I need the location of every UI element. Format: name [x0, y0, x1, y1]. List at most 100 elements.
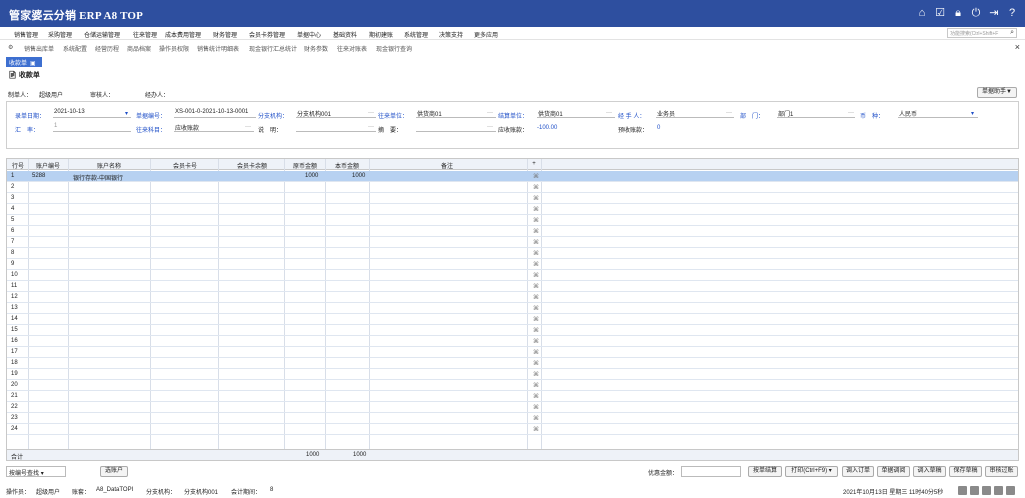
quick-cash-query[interactable]: 现金银行查询 — [376, 44, 412, 53]
col-account-name[interactable]: 账户名称 — [69, 161, 149, 170]
row-settings-icon[interactable]: ⌘ — [533, 195, 539, 202]
row-settings-icon[interactable]: ⌘ — [533, 206, 539, 213]
row-settings-icon[interactable]: ⌘ — [533, 272, 539, 279]
tab-receipt[interactable]: 收款单 ▣ — [6, 57, 42, 67]
quick-reconcile[interactable]: 往来对账表 — [337, 44, 367, 53]
power-icon[interactable]: ⏻ — [969, 6, 983, 20]
unit-field[interactable]: 供货商01 — [416, 109, 496, 118]
settle-ellipsis[interactable]: ··· — [606, 110, 612, 116]
row-settings-icon[interactable]: ⌘ — [533, 349, 539, 356]
row-settings-icon[interactable]: ⌘ — [533, 316, 539, 323]
summary-ellipsis[interactable]: ··· — [487, 124, 493, 130]
menu-purchase[interactable]: 采购管理 — [48, 30, 72, 39]
close-icon[interactable]: × — [1015, 42, 1020, 52]
search-icon[interactable]: ⌕ — [1010, 29, 1014, 37]
agent-ellipsis[interactable]: ··· — [726, 110, 732, 116]
table-row[interactable]: 9 ⌘ — [7, 259, 1018, 270]
menu-more[interactable]: 更多应用 — [474, 30, 498, 39]
col-orig-amount[interactable]: 原币金额 — [285, 161, 325, 170]
quick-sales-stats[interactable]: 销售统计明细表 — [197, 44, 239, 53]
settle-field[interactable]: 供货商01 — [537, 109, 615, 118]
table-row[interactable]: 1 5288 银行存款-中国银行 1000 1000 ⌘ — [7, 171, 1018, 182]
note-ellipsis[interactable]: ··· — [368, 124, 374, 130]
col-remark[interactable]: 备注 — [372, 161, 522, 170]
branch-field[interactable]: 分支机构001 — [296, 109, 376, 118]
quick-fin-params[interactable]: 财务参数 — [304, 44, 328, 53]
home-icon[interactable]: ⌂ — [915, 6, 929, 20]
menu-cost[interactable]: 成本费用管理 — [165, 30, 201, 39]
col-account-code[interactable]: 账户编号 — [29, 161, 67, 170]
audit-post-button[interactable]: 审核过账 — [985, 466, 1018, 477]
table-row[interactable]: 7 ⌘ — [7, 237, 1018, 248]
message-icon[interactable]: ☑ — [933, 6, 947, 20]
quick-history[interactable]: 经营历程 — [95, 44, 119, 53]
row-settings-icon[interactable]: ⌘ — [533, 338, 539, 345]
table-row[interactable]: 20 ⌘ — [7, 380, 1018, 391]
table-row[interactable]: 14 ⌘ — [7, 314, 1018, 325]
chat-icon[interactable] — [982, 486, 991, 495]
menu-decision[interactable]: 决策支持 — [439, 30, 463, 39]
quick-cash-summary[interactable]: 现金银行汇总统计 — [249, 44, 297, 53]
quick-products[interactable]: 商品档案 — [127, 44, 151, 53]
account-code-cell[interactable]: 5288 — [32, 173, 45, 179]
table-row[interactable]: 5 ⌘ — [7, 215, 1018, 226]
subject-ellipsis[interactable]: ··· — [245, 124, 251, 130]
quick-config[interactable]: 系统配置 — [63, 44, 87, 53]
discount-input[interactable] — [681, 466, 741, 477]
function-search-input[interactable]: 功能搜索(Ctrl+Shift+F ⌕ — [947, 28, 1017, 38]
row-settings-icon[interactable]: ⌘ — [533, 250, 539, 257]
row-settings-icon[interactable]: ⌘ — [533, 415, 539, 422]
currency-dropdown-icon[interactable]: ▾ — [971, 110, 974, 117]
row-settings-icon[interactable]: ⌘ — [533, 261, 539, 268]
note-field[interactable] — [296, 123, 376, 132]
print-button[interactable]: 打印(Ctrl+F9) ▾ — [785, 466, 838, 477]
row-settings-icon[interactable]: ⌘ — [533, 228, 539, 235]
settle-by-doc-button[interactable]: 按单结算 — [748, 466, 782, 477]
quick-permissions[interactable]: 操作员权限 — [159, 44, 189, 53]
dept-ellipsis[interactable]: ··· — [848, 110, 854, 116]
table-row[interactable]: 12 ⌘ — [7, 292, 1018, 303]
row-settings-icon[interactable]: ⌘ — [533, 426, 539, 433]
dept-field[interactable]: 部门1 — [777, 109, 855, 118]
help-icon[interactable]: ? — [1005, 6, 1019, 20]
currency-field[interactable]: 人民币 — [898, 109, 978, 118]
local-amount-cell[interactable]: 1000 — [352, 173, 365, 179]
no-field[interactable]: XS-001-0-2021-10-13-0001 — [174, 109, 256, 118]
table-row[interactable]: 2 ⌘ — [7, 182, 1018, 193]
gear-icon[interactable]: ⚙ — [8, 44, 13, 51]
quick-sales-out[interactable]: 销售出库单 — [24, 44, 54, 53]
row-settings-icon[interactable]: ⌘ — [533, 371, 539, 378]
table-row[interactable]: 10 ⌘ — [7, 270, 1018, 281]
menu-system[interactable]: 系统管理 — [404, 30, 428, 39]
menu-sales[interactable]: 销售管理 — [14, 30, 38, 39]
menu-warehouse[interactable]: 仓储运输管理 — [84, 30, 120, 39]
tab-close-icon[interactable]: ▣ — [30, 61, 36, 67]
branch-ellipsis[interactable]: ··· — [368, 110, 374, 116]
table-row[interactable]: 23 ⌘ — [7, 413, 1018, 424]
menu-member[interactable]: 会员卡券管理 — [249, 30, 285, 39]
row-settings-icon[interactable]: ⌘ — [533, 305, 539, 312]
table-row[interactable]: 15 ⌘ — [7, 325, 1018, 336]
unit-ellipsis[interactable]: ··· — [487, 110, 493, 116]
table-row[interactable]: 17 ⌘ — [7, 347, 1018, 358]
row-settings-icon[interactable]: ⌘ — [533, 393, 539, 400]
table-row[interactable]: 6 ⌘ — [7, 226, 1018, 237]
select-account-button[interactable]: 选账户 — [100, 466, 128, 477]
table-row[interactable]: 21 ⌘ — [7, 391, 1018, 402]
col-row-no[interactable]: 行号 — [9, 161, 27, 170]
import-order-button[interactable]: 调入订单 — [842, 466, 874, 477]
table-row[interactable]: 3 ⌘ — [7, 193, 1018, 204]
save-draft-button[interactable]: 保存草稿 — [949, 466, 982, 477]
row-settings-icon[interactable]: ⌘ — [533, 404, 539, 411]
subject-field[interactable]: 应收账款 — [174, 123, 254, 132]
table-row[interactable]: 22 ⌘ — [7, 402, 1018, 413]
keyboard-icon[interactable] — [958, 486, 967, 495]
menu-doc-center[interactable]: 单据中心 — [297, 30, 321, 39]
table-row[interactable]: 13 ⌘ — [7, 303, 1018, 314]
col-local-amount[interactable]: 本币金额 — [326, 161, 368, 170]
summary-field[interactable] — [416, 123, 496, 132]
row-settings-icon[interactable]: ⌘ — [533, 173, 539, 180]
row-settings-icon[interactable]: ⌘ — [533, 239, 539, 246]
account-name-cell[interactable]: 银行存款-中国银行 — [73, 173, 123, 182]
menu-basic-data[interactable]: 基础资料 — [333, 30, 357, 39]
